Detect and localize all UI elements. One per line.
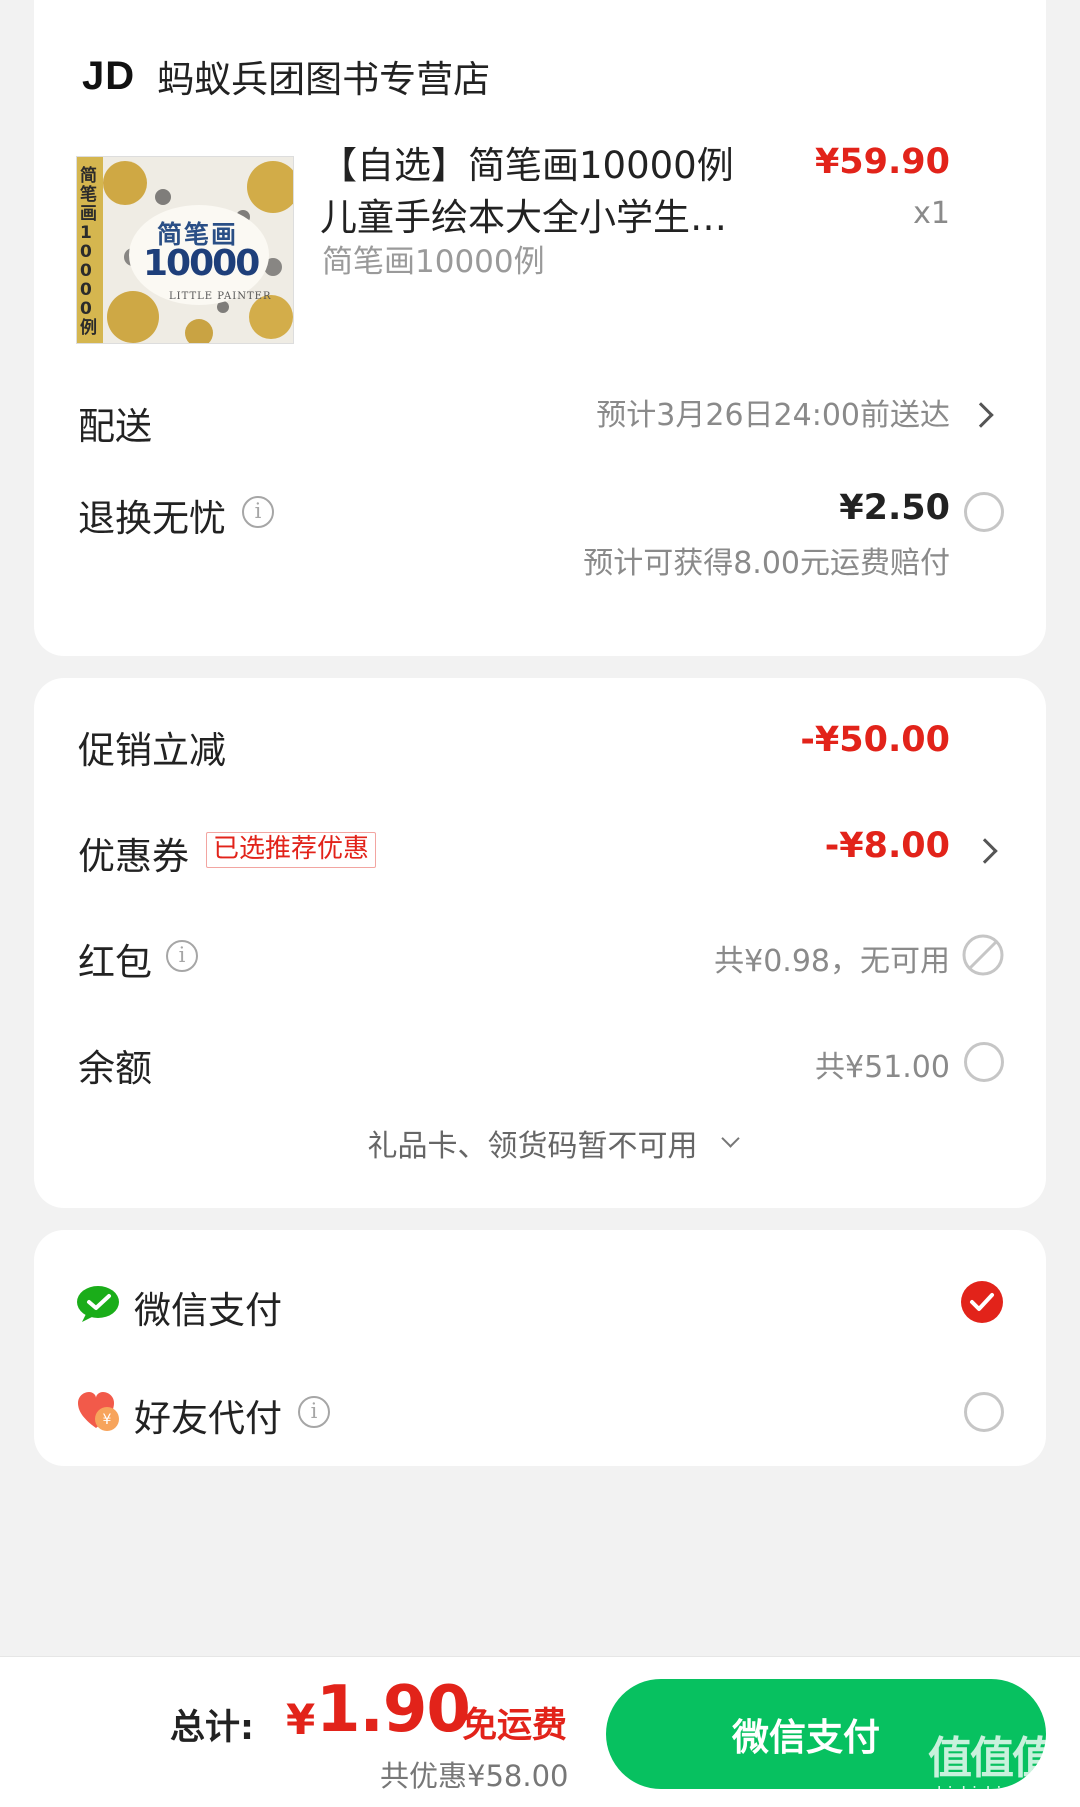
redpacket-row[interactable]: 红包 i 共¥0.98，无可用 — [34, 926, 1046, 986]
redpacket-label: 红包 — [78, 941, 152, 984]
chevron-down-icon — [720, 1128, 740, 1148]
delivery-label: 配送 — [78, 405, 152, 448]
cover-side-text: 简笔画10000例 — [80, 166, 97, 338]
product-image[interactable]: 简笔画10000例 简笔画 10000 LITTLE PAINTER — [76, 156, 294, 344]
disabled-circle-icon — [962, 934, 1004, 976]
wechat-icon — [77, 1286, 119, 1322]
info-icon[interactable]: i — [242, 496, 274, 528]
shipping-free-label: 免运费 — [462, 1706, 568, 1746]
watermark-logo: 值值值 zhizhizhi.com — [928, 1722, 1078, 1806]
product-spec: 简笔画10000例 — [322, 244, 545, 280]
chevron-right-icon — [972, 838, 998, 864]
jd-logo: JD — [82, 53, 136, 98]
store-name: 蚂蚁兵团图书专营店 — [157, 58, 491, 101]
heart-pay-icon: ¥ — [78, 1392, 119, 1431]
total-label: 总计: — [170, 1708, 254, 1748]
balance-row[interactable]: 余额 共¥51.00 — [34, 1032, 1046, 1092]
cover-subtitle: LITTLE PAINTER — [169, 291, 272, 302]
promo-value: -¥50.00 — [800, 720, 950, 760]
coupon-tag: 已选推荐优惠 — [206, 832, 377, 868]
total-currency: ¥ — [286, 1695, 316, 1744]
product-price: ¥59.90 — [814, 142, 950, 182]
product-title[interactable]: 【自选】简笔画10000例 儿童手绘本大全小学生… — [320, 140, 740, 244]
promo-row: 促销立减 -¥50.00 — [34, 714, 1046, 774]
balance-value: 共¥51.00 — [815, 1050, 950, 1085]
watermark-text: 值值值 — [928, 1733, 1056, 1784]
info-icon[interactable]: i — [298, 1396, 330, 1428]
balance-radio[interactable] — [964, 1042, 1004, 1082]
coupon-value: -¥8.00 — [824, 826, 950, 866]
friend-pay-label: 好友代付 — [134, 1397, 282, 1440]
store-header[interactable]: JD 蚂蚁兵团图书专营店 — [82, 48, 490, 104]
return-insurance-label: 退换无忧 — [78, 497, 226, 540]
wechat-pay-label: 微信支付 — [134, 1289, 282, 1332]
product-title-line1: 【自选】简笔画10000例 — [320, 144, 734, 187]
return-insurance-price: ¥2.50 — [839, 488, 950, 528]
discount-card: 促销立减 -¥50.00 优惠券 已选推荐优惠 -¥8.00 红包 i 共¥0.… — [34, 678, 1046, 1208]
chevron-right-icon — [968, 402, 994, 428]
delivery-value: 预计3月26日24:00前送达 — [596, 398, 950, 433]
wechat-pay-row[interactable]: 微信支付 — [34, 1270, 1046, 1340]
checked-circle-icon[interactable] — [960, 1280, 1004, 1324]
delivery-row[interactable]: 配送 预计3月26日24:00前送达 — [34, 380, 1046, 450]
friend-pay-radio[interactable] — [964, 1392, 1004, 1432]
order-card: JD 蚂蚁兵团图书专营店 简笔画10000例 简笔画 10000 LITTLE … — [34, 0, 1046, 656]
return-insurance-note: 预计可获得8.00元运费赔付 — [583, 546, 950, 581]
balance-label: 余额 — [78, 1047, 152, 1090]
giftcard-text: 礼品卡、领货码暂不可用 — [367, 1129, 698, 1164]
return-insurance-radio[interactable] — [964, 492, 1004, 532]
payment-card: 微信支付 ¥ 好友代付 i — [34, 1230, 1046, 1466]
info-icon[interactable]: i — [166, 940, 198, 972]
total-saved: 共优惠¥58.00 — [380, 1759, 569, 1793]
svg-text:¥: ¥ — [103, 1412, 112, 1428]
checkout-bar: 总计: ¥ 1.90 免运费 共优惠¥58.00 微信支付 — [0, 1656, 1080, 1807]
coupon-row[interactable]: 优惠券 已选推荐优惠 -¥8.00 — [34, 820, 1046, 880]
total-amount: 1.90 — [316, 1673, 471, 1747]
redpacket-value: 共¥0.98，无可用 — [714, 944, 950, 979]
watermark-domain: zhizhizhi.com — [928, 1784, 1043, 1804]
coupon-label: 优惠券 — [78, 835, 189, 878]
friend-pay-row[interactable]: ¥ 好友代付 i — [34, 1378, 1046, 1448]
product-quantity: x1 — [913, 196, 950, 231]
promo-label: 促销立减 — [78, 729, 226, 772]
wechat-pay-button-label: 微信支付 — [732, 1716, 880, 1759]
giftcard-toggle[interactable]: 礼品卡、领货码暂不可用 — [34, 1118, 1046, 1168]
return-insurance-row[interactable]: 退换无忧 i ¥2.50 预计可获得8.00元运费赔付 — [34, 480, 1046, 590]
cover-number: 10000 — [143, 243, 260, 284]
